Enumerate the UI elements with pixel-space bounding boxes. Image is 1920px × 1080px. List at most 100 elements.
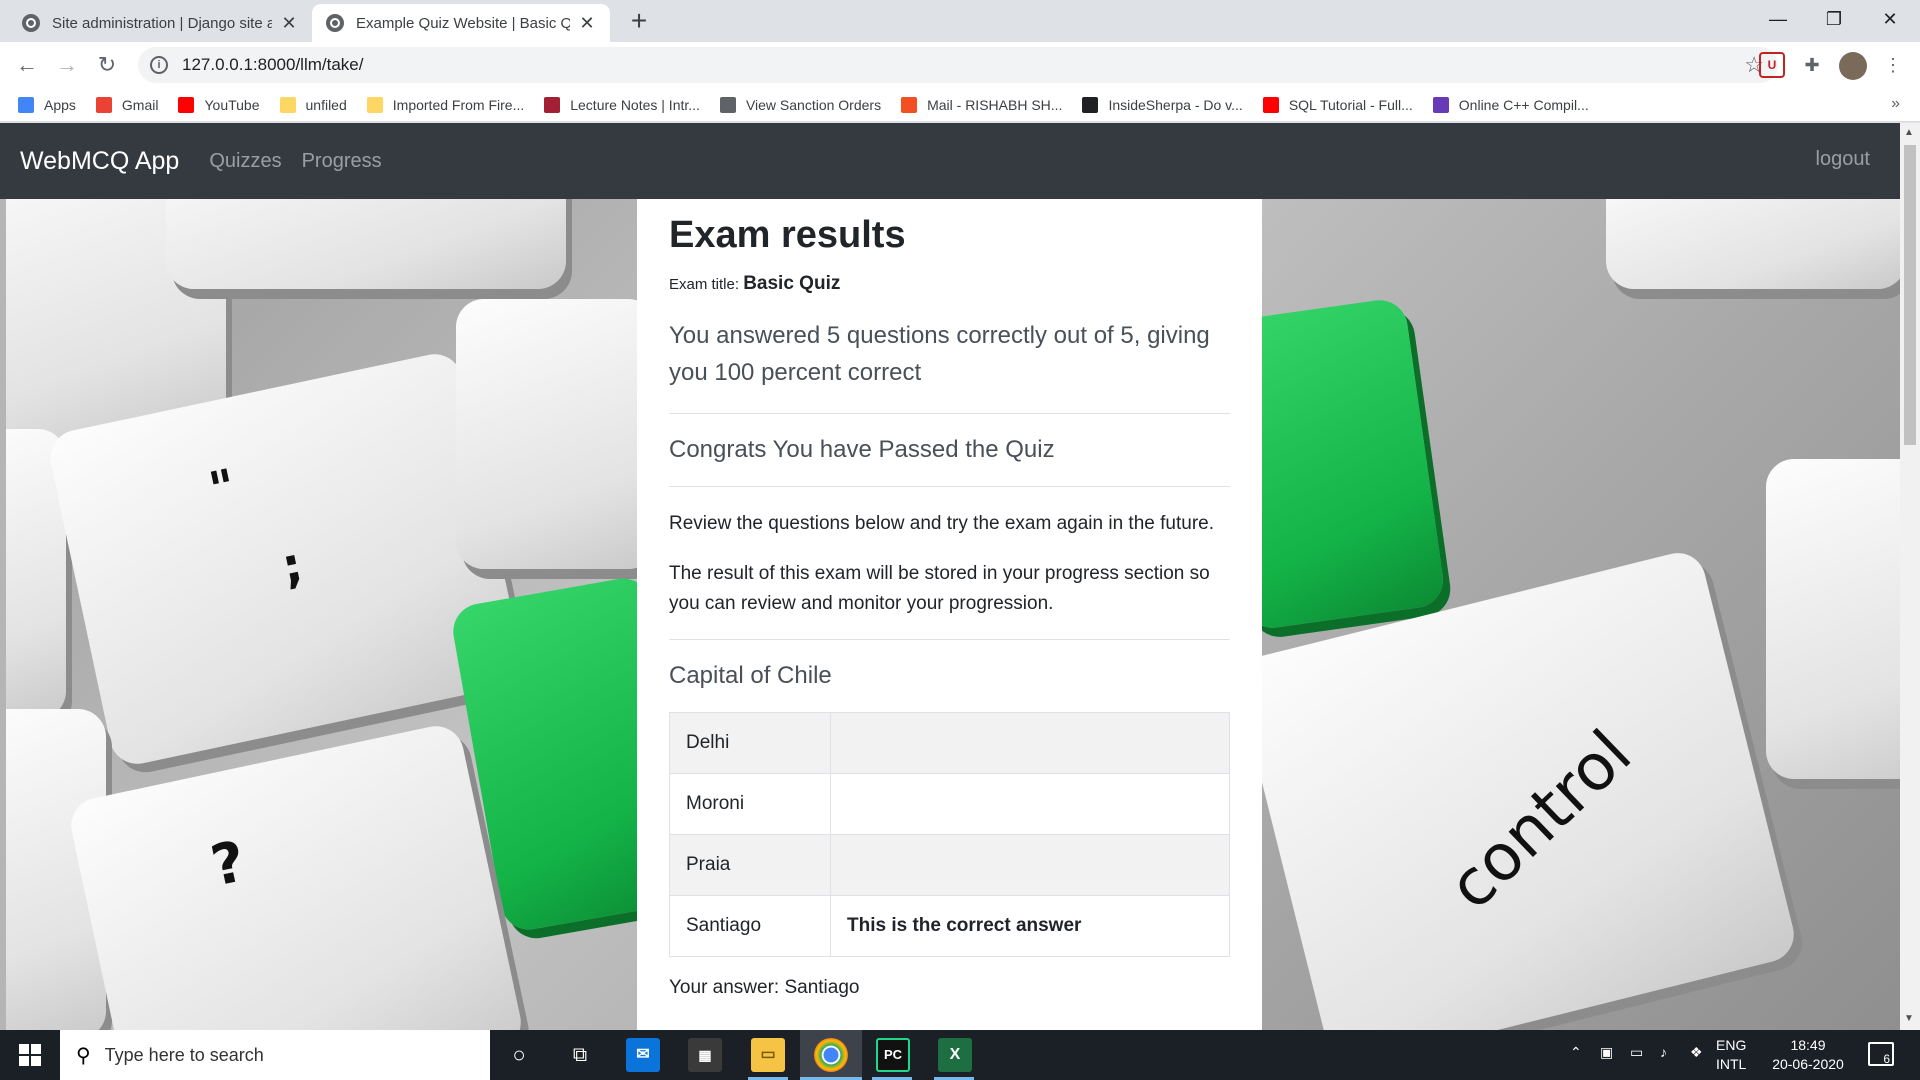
exam-title-value: Basic Quiz [743,272,841,294]
network-icon[interactable]: ▣ [1600,1044,1613,1080]
bookmark-item[interactable]: Gmail [95,96,158,113]
scroll-down-icon[interactable]: ▼ [1904,1013,1914,1024]
menu-kebab-icon[interactable]: ⋮ [1880,52,1906,78]
nav-quizzes[interactable]: Quizzes [209,150,281,173]
keyboard-key: ? [66,721,526,1030]
bookmark-item[interactable]: InsideSherpa - Do v... [1082,96,1243,113]
clock-time: 18:49 [1790,1037,1826,1053]
new-tab-button[interactable]: + [624,6,654,36]
scroll-up-icon[interactable]: ▲ [1904,127,1914,138]
excel-icon[interactable]: X [938,1038,972,1072]
file-explorer-icon[interactable]: ▭ [751,1038,785,1072]
bookmark-label: Mail - RISHABH SH... [927,96,1063,113]
bookmark-item[interactable]: Imported From Fire... [366,96,524,113]
search-placeholder[interactable]: Type here to search [105,1045,264,1066]
extension-shield-icon[interactable]: U [1759,52,1785,78]
bookmark-label: Online C++ Compil... [1458,96,1589,113]
review-text: Review the questions below and try the e… [669,512,1214,534]
bookmark-label: unfiled [305,96,347,113]
task-view-icon[interactable]: ⧉ [563,1038,597,1072]
brand-link[interactable]: WebMCQ App [20,147,179,176]
key-glyph-quote: " [204,458,241,519]
bookmarks-bar: Apps Gmail YouTube unfiled Imported From Fir… [0,88,1920,122]
question-text: Capital of Chile [669,661,832,689]
tab-quiz[interactable]: Example Quiz Website | Basic Quiz ✕ [312,4,610,42]
address-bar[interactable]: i 127.0.0.1:8000/llm/take/ ☆ [138,47,1778,83]
table-row: Delhi [669,711,1230,774]
folder-icon [279,96,296,113]
answer-option: Delhi [669,711,831,774]
score-text: You answered 5 questions correctly out o… [669,321,1210,386]
forward-arrow-icon[interactable]: → [52,50,82,80]
tab-title: Example Quiz Website | Basic Quiz [356,14,570,32]
clock[interactable]: 18:49 20-06-2020 [1760,1036,1856,1074]
bookmark-item[interactable]: Apps [18,96,76,113]
browser-toolbar: ← → ↻ i 127.0.0.1:8000/llm/take/ ☆ U ✚ ⋮ [0,42,1920,88]
back-arrow-icon[interactable]: ← [12,50,42,80]
bookmarks-overflow-icon[interactable]: » [1891,95,1900,113]
bookmark-item[interactable]: unfiled [279,96,347,113]
info-icon[interactable]: i [150,56,168,74]
dropbox-icon[interactable]: ❖ [1690,1044,1703,1080]
language-top: ENG [1716,1037,1747,1053]
table-row: Moroni [669,772,1230,835]
notification-center-icon[interactable]: 6 [1868,1042,1894,1066]
taskbar-search[interactable]: ⚲ Type here to search [60,1030,490,1080]
answer-note [830,772,1230,835]
bookmark-label: YouTube [204,96,260,113]
mountain-icon [1082,96,1099,113]
close-window-button[interactable]: ✕ [1860,0,1920,38]
volume-icon[interactable]: ♪ [1660,1044,1667,1080]
globe-icon [719,96,736,113]
battery-icon[interactable]: ▭ [1630,1044,1643,1080]
scrollbar-thumb[interactable] [1904,145,1916,445]
nav-progress[interactable]: Progress [302,150,382,173]
tab-django-admin[interactable]: Site administration | Django site admin … [8,4,312,42]
windows-start-icon[interactable] [0,1030,60,1080]
keyboard-key [166,199,566,289]
cortana-icon[interactable]: ○ [502,1038,536,1072]
bookmark-item[interactable]: View Sanction Orders [719,96,881,113]
key-glyph-question: ? [205,829,251,900]
bookmark-label: Lecture Notes | Intr... [570,96,700,113]
divider [669,412,1230,414]
bookmark-item[interactable]: SQL Tutorial - Full... [1262,96,1413,113]
mail-icon[interactable]: ✉ [626,1038,660,1072]
tray-chevron-icon[interactable]: ⌃ [1570,1044,1582,1080]
divider [669,485,1230,487]
windows-taskbar: ⚲ Type here to search ○ ⧉ ✉ ▦ ▭ PC X ⌃ ▣… [0,1030,1920,1080]
profile-avatar[interactable] [1839,52,1867,80]
url-text[interactable]: 127.0.0.1:8000/llm/take/ [182,55,363,75]
correct-answer-note: This is the correct answer [830,894,1230,957]
close-icon[interactable]: ✕ [280,13,298,34]
bookmark-label: SQL Tutorial - Full... [1288,96,1413,113]
language-indicator[interactable]: ENG INTL [1716,1036,1746,1074]
extensions-puzzle-icon[interactable]: ✚ [1799,52,1825,78]
answer-note [830,833,1230,896]
apps-grid-icon [18,96,34,113]
results-card: Exam results Exam title: Basic Quiz You … [637,199,1262,1030]
bookmark-item[interactable]: Mail - RISHABH SH... [901,96,1063,113]
bolt-icon [1432,96,1449,113]
page-scrollbar[interactable]: ▲ ▼ [1900,123,1920,1030]
bookmark-item[interactable]: YouTube [178,96,260,113]
logout-link[interactable]: logout [1816,148,1871,171]
pycharm-icon[interactable]: PC [876,1038,910,1072]
bookmark-item[interactable]: Lecture Notes | Intr... [544,96,700,113]
key-glyph-semicolon: ; [276,536,308,596]
minimize-button[interactable]: — [1748,0,1808,38]
store-icon[interactable]: ▦ [688,1038,722,1072]
page-title: Exam results [669,214,906,256]
maximize-button[interactable]: ❐ [1804,0,1864,38]
close-icon[interactable]: ✕ [578,13,596,34]
chrome-icon[interactable] [814,1038,848,1072]
keyboard-key [456,299,656,569]
keyboard-key [1606,199,1900,289]
app-navbar: WebMCQ App Quizzes Progress logout [0,123,1900,199]
reload-icon[interactable]: ↻ [92,50,122,80]
table-row: Praia [669,833,1230,896]
key-glyph-control: control [1434,716,1646,925]
bookmark-item[interactable]: Online C++ Compil... [1432,96,1589,113]
gmail-icon [95,96,112,113]
bookmark-label: Apps [44,96,76,113]
